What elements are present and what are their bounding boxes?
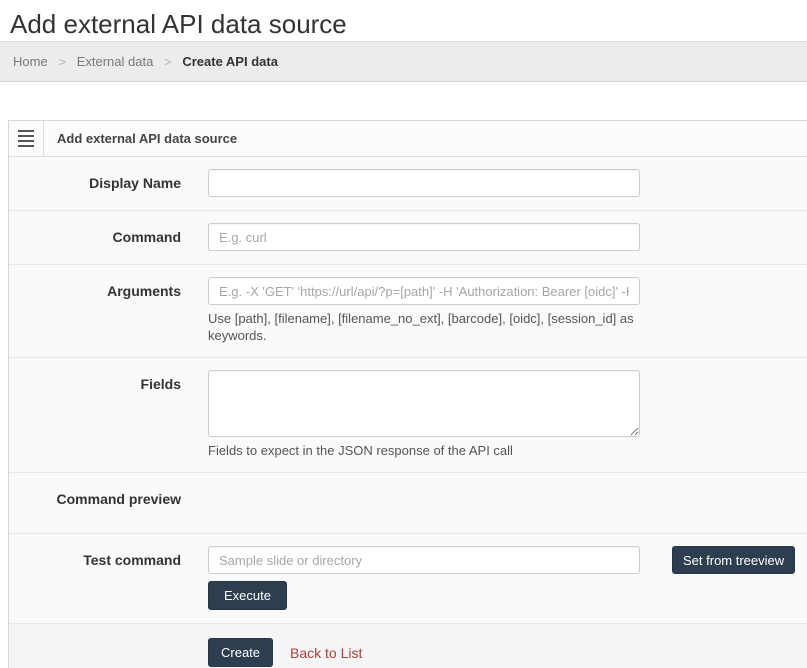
- display-name-label: Display Name: [9, 169, 208, 197]
- test-command-label: Test command: [9, 546, 208, 610]
- breadcrumb: Home > External data > Create API data: [0, 41, 807, 82]
- back-to-list-link[interactable]: Back to List: [290, 645, 362, 661]
- display-name-row: Display Name: [9, 157, 807, 211]
- create-button[interactable]: Create: [208, 638, 273, 667]
- menu-icon[interactable]: [9, 121, 44, 156]
- fields-label: Fields: [9, 370, 208, 459]
- breadcrumb-home[interactable]: Home: [13, 54, 48, 69]
- arguments-label: Arguments: [9, 277, 208, 344]
- command-input[interactable]: [208, 223, 640, 251]
- set-from-treeview-button[interactable]: Set from treeview: [672, 546, 795, 574]
- command-preview-row: Command preview: [9, 473, 807, 534]
- chevron-right-icon: >: [164, 55, 171, 69]
- fields-help-text: Fields to expect in the JSON response of…: [208, 442, 640, 459]
- breadcrumb-external-data[interactable]: External data: [77, 54, 154, 69]
- command-label: Command: [9, 223, 208, 251]
- fields-row: Fields Fields to expect in the JSON resp…: [9, 358, 807, 473]
- command-preview-label: Command preview: [9, 485, 208, 507]
- chevron-right-icon: >: [59, 55, 66, 69]
- arguments-help-text: Use [path], [filename], [filename_no_ext…: [208, 310, 640, 344]
- test-command-row: Test command Execute Set from treeview: [9, 534, 807, 624]
- test-command-input[interactable]: [208, 546, 640, 574]
- breadcrumb-current: Create API data: [182, 54, 278, 69]
- page-title: Add external API data source: [0, 0, 807, 39]
- arguments-row: Arguments Use [path], [filename], [filen…: [9, 265, 807, 358]
- command-row: Command: [9, 211, 807, 265]
- fields-textarea[interactable]: [208, 370, 640, 437]
- arguments-input[interactable]: [208, 277, 640, 305]
- panel-footer: Create Back to List: [9, 624, 807, 668]
- form-panel: Add external API data source Display Nam…: [8, 120, 807, 668]
- display-name-input[interactable]: [208, 169, 640, 197]
- panel-title: Add external API data source: [44, 121, 237, 156]
- execute-button[interactable]: Execute: [208, 581, 287, 610]
- panel-heading: Add external API data source: [9, 121, 807, 157]
